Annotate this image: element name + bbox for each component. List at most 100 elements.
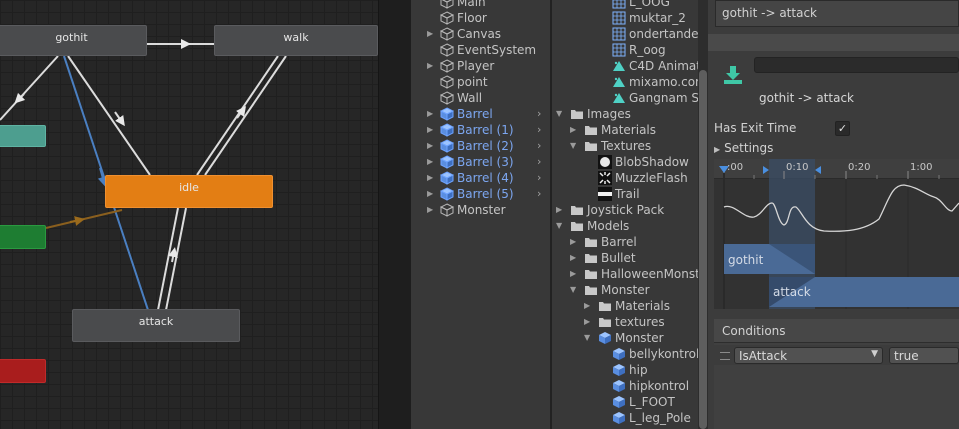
chevron-right-icon[interactable]: ›	[537, 186, 541, 202]
project-item[interactable]: Trail	[552, 186, 698, 202]
project-item[interactable]: ▶ Joystick Pack	[552, 202, 698, 218]
project-item[interactable]: ▼ Monster	[552, 330, 698, 346]
project-item[interactable]: L_leg_Pole	[552, 410, 698, 426]
expand-arrow-icon[interactable]: ▶	[427, 186, 433, 202]
animation-clip-icon	[613, 93, 625, 103]
expanded-arrow-icon[interactable]: ▼	[556, 106, 562, 122]
timeline-graphics	[719, 159, 959, 309]
project-item[interactable]: hipkontrol	[552, 378, 698, 394]
drag-handle-icon[interactable]	[720, 352, 730, 360]
expand-arrow-icon[interactable]: ▶	[427, 26, 433, 42]
project-item[interactable]: L_FOOT	[552, 394, 698, 410]
condition-value-dropdown[interactable]: true	[889, 347, 959, 364]
expand-arrow-icon[interactable]: ▶	[427, 106, 433, 122]
collapsed-arrow-icon[interactable]: ▶	[570, 250, 576, 266]
panel-divider	[378, 0, 412, 429]
chevron-right-icon[interactable]: ›	[537, 154, 541, 170]
expanded-arrow-icon[interactable]: ▼	[570, 282, 576, 298]
project-panel: L_OOG muktar_2 ondertanden R_oog C4D Animati…	[552, 0, 698, 429]
mesh-icon	[612, 11, 626, 25]
project-item[interactable]: ▼ Monster	[552, 282, 698, 298]
project-item-label: Joystick Pack	[587, 203, 665, 217]
transition-list-item[interactable]: gothit -> attack	[715, 0, 959, 27]
settings-foldout[interactable]: ▶ Settings	[714, 141, 773, 155]
hierarchy-panel: Main Floor ▶ Canvas EventSystem ▶ Player point W…	[411, 0, 550, 429]
transition-name-field[interactable]	[754, 57, 959, 73]
hierarchy-item-label: Barrel	[457, 107, 493, 121]
state-gothit[interactable]: gothit	[0, 25, 147, 56]
project-item[interactable]: ▶ Materials	[552, 122, 698, 138]
project-item[interactable]: Gangnam Style	[552, 90, 698, 106]
project-item[interactable]: ▼ Textures	[552, 138, 698, 154]
transition-arrows[interactable]	[0, 0, 378, 429]
project-item[interactable]: muktar_2	[552, 10, 698, 26]
project-item[interactable]: ▶ HalloweenMonster	[552, 266, 698, 282]
state-walk[interactable]: walk	[214, 25, 378, 56]
project-item[interactable]: ▶ Barrel	[552, 234, 698, 250]
expanded-arrow-icon[interactable]: ▼	[584, 330, 590, 346]
hierarchy-item[interactable]: ▶ Barrel (3) ›	[411, 154, 550, 170]
state-exit[interactable]	[0, 359, 46, 383]
scrollbar-thumb[interactable]	[699, 70, 707, 429]
project-item[interactable]: ▶ Bullet	[552, 250, 698, 266]
condition-parameter-dropdown[interactable]: IsAttack ▼	[734, 347, 883, 364]
expanded-arrow-icon[interactable]: ▼	[570, 138, 576, 154]
timeline-tick-2: 0:20	[848, 162, 871, 173]
hierarchy-item[interactable]: ▶ Barrel (2) ›	[411, 138, 550, 154]
collapsed-arrow-icon[interactable]: ▶	[570, 234, 576, 250]
expand-arrow-icon[interactable]: ▶	[427, 138, 433, 154]
project-item[interactable]: BlobShadow	[552, 154, 698, 170]
hierarchy-item[interactable]: Main	[411, 0, 550, 10]
expand-arrow-icon[interactable]: ▶	[427, 122, 433, 138]
expanded-arrow-icon[interactable]: ▼	[556, 218, 562, 234]
project-item[interactable]: ▼ Images	[552, 106, 698, 122]
hierarchy-item[interactable]: ▶ Barrel (4) ›	[411, 170, 550, 186]
project-item[interactable]: ondertanden	[552, 26, 698, 42]
project-item[interactable]: MuzzleFlash	[552, 170, 698, 186]
has-exit-time-checkbox[interactable]: ✓	[835, 121, 850, 136]
project-item[interactable]: R_oog	[552, 42, 698, 58]
chevron-right-icon[interactable]: ›	[537, 170, 541, 186]
project-item-label: L_FOOT	[629, 395, 675, 409]
chevron-right-icon[interactable]: ›	[537, 122, 541, 138]
collapsed-arrow-icon[interactable]: ▶	[570, 122, 576, 138]
collapsed-arrow-icon[interactable]: ▶	[570, 266, 576, 282]
project-item[interactable]: mixamo.com	[552, 74, 698, 90]
project-item[interactable]: C4D Animation	[552, 58, 698, 74]
hierarchy-item[interactable]: point	[411, 74, 550, 90]
hierarchy-item[interactable]: ▶ Barrel ›	[411, 106, 550, 122]
project-item[interactable]: ▼ Models	[552, 218, 698, 234]
state-entry[interactable]	[0, 225, 46, 249]
chevron-right-icon[interactable]: ›	[537, 138, 541, 154]
has-exit-time-label: Has Exit Time	[714, 121, 797, 135]
timeline-source-state[interactable]: gothit	[728, 253, 763, 267]
project-item[interactable]: ▶ Materials	[552, 298, 698, 314]
chevron-right-icon[interactable]: ›	[537, 106, 541, 122]
project-item[interactable]: hip	[552, 362, 698, 378]
project-item[interactable]: L_OOG	[552, 0, 698, 10]
expand-arrow-icon[interactable]: ▶	[427, 170, 433, 186]
hierarchy-item[interactable]: Floor	[411, 10, 550, 26]
state-idle[interactable]: idle	[105, 175, 273, 208]
expand-arrow-icon[interactable]: ▶	[427, 202, 433, 218]
expand-arrow-icon[interactable]: ▶	[427, 154, 433, 170]
hierarchy-item[interactable]: ▶ Barrel (5) ›	[411, 186, 550, 202]
hierarchy-item[interactable]: Wall	[411, 90, 550, 106]
hierarchy-item[interactable]: EventSystem	[411, 42, 550, 58]
state-attack[interactable]: attack	[72, 309, 240, 342]
hierarchy-item[interactable]: ▶ Canvas	[411, 26, 550, 42]
mesh-icon	[612, 0, 626, 9]
state-any-state[interactable]	[0, 125, 46, 147]
collapsed-arrow-icon[interactable]: ▶	[556, 202, 562, 218]
hierarchy-item[interactable]: ▶ Barrel (1) ›	[411, 122, 550, 138]
collapsed-arrow-icon[interactable]: ▶	[584, 298, 590, 314]
project-item[interactable]: ▶ textures	[552, 314, 698, 330]
prefab-icon	[440, 123, 454, 137]
timeline-destination-state[interactable]: attack	[773, 285, 811, 299]
project-item[interactable]: bellykontrol	[552, 346, 698, 362]
animator-graph[interactable]: gothit walk idle attack	[0, 0, 378, 429]
expand-arrow-icon[interactable]: ▶	[427, 58, 433, 74]
hierarchy-item[interactable]: ▶ Monster	[411, 202, 550, 218]
hierarchy-item[interactable]: ▶ Player	[411, 58, 550, 74]
collapsed-arrow-icon[interactable]: ▶	[584, 314, 590, 330]
